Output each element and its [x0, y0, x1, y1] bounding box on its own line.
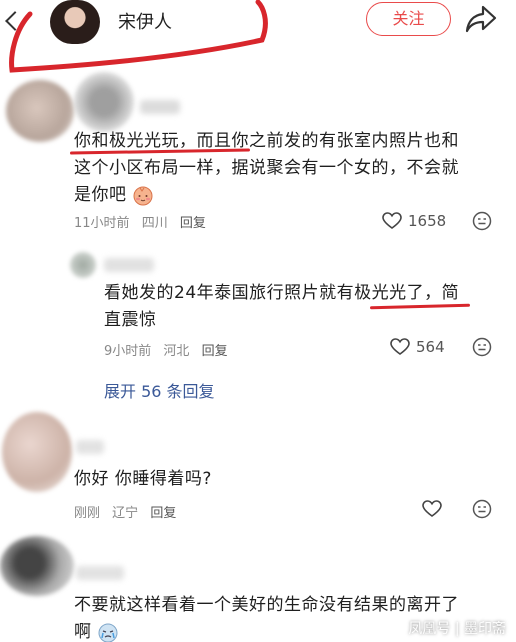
comment-location: 四川 — [141, 216, 168, 231]
comment-avatar-overlay — [74, 72, 134, 132]
comment-text-line: 是你吧 — [74, 182, 514, 209]
heart-icon[interactable] — [390, 338, 410, 356]
reply-button[interactable]: 回复 — [202, 344, 228, 359]
reply-button[interactable]: 回复 — [180, 216, 206, 231]
expand-replies-link[interactable]: 展开 56 条回复 — [104, 378, 215, 402]
comment-text: 你和极光光玩，而且你之前发的有张室内照片也和 这个小区布局一样，据说聚会有一个女… — [74, 128, 514, 209]
comment-text-fragment: 啊 — [74, 622, 92, 642]
comment-text: 你好 你睡得着吗? — [74, 469, 212, 489]
comment-username[interactable] — [76, 440, 104, 454]
heart-icon[interactable] — [382, 212, 402, 230]
back-arrow-icon[interactable] — [5, 11, 25, 31]
comment-avatar[interactable] — [6, 80, 74, 142]
comment-username[interactable] — [76, 566, 124, 580]
comment-text-line: 直震惊 — [104, 310, 157, 330]
reply-meta: 9小时前 河北 回复 — [104, 340, 236, 359]
emoji-comment-icon[interactable] — [472, 211, 492, 231]
avatar[interactable] — [50, 0, 100, 44]
comment-text-line: 看她发的24年泰国旅行照片就有极光光了，简 — [104, 283, 460, 303]
crying-face-emoji — [98, 623, 118, 642]
comment-avatar[interactable] — [2, 412, 72, 492]
reply-button[interactable]: 回复 — [150, 506, 176, 521]
shy-face-emoji — [133, 186, 153, 206]
comment-meta: 刚刚 辽宁 回复 — [74, 502, 184, 521]
reply-avatar[interactable] — [70, 252, 96, 278]
follow-button[interactable]: 关注 — [366, 2, 451, 36]
comment-text-line: 这个小区布局一样，据说聚会有一个女的，不会就 — [74, 158, 459, 178]
comment-time: 9小时前 — [104, 344, 152, 359]
profile-username[interactable]: 宋伊人 — [118, 8, 172, 34]
comment-location: 河北 — [163, 344, 190, 359]
like-count: 564 — [416, 338, 445, 356]
comment-location: 辽宁 — [112, 506, 139, 521]
comment-text-fragment: 是你吧 — [74, 185, 127, 205]
emoji-comment-icon[interactable] — [472, 499, 492, 519]
comment-username[interactable] — [140, 100, 180, 114]
comment-text-line: 不要就这样看着一个美好的生命没有结果的离开了 — [74, 595, 459, 615]
emoji-comment-icon[interactable] — [472, 337, 492, 357]
heart-icon[interactable] — [422, 500, 442, 518]
share-icon[interactable] — [464, 4, 498, 34]
comment-time: 11小时前 — [74, 216, 130, 231]
comment-meta: 11小时前 四川 回复 — [74, 212, 214, 231]
reply-username[interactable] — [104, 258, 154, 272]
like-count: 1658 — [408, 212, 447, 230]
comment-avatar[interactable] — [0, 536, 74, 596]
watermark: 凤凰号 | 墨印斋 — [408, 621, 506, 637]
comment-time: 刚刚 — [74, 506, 101, 521]
